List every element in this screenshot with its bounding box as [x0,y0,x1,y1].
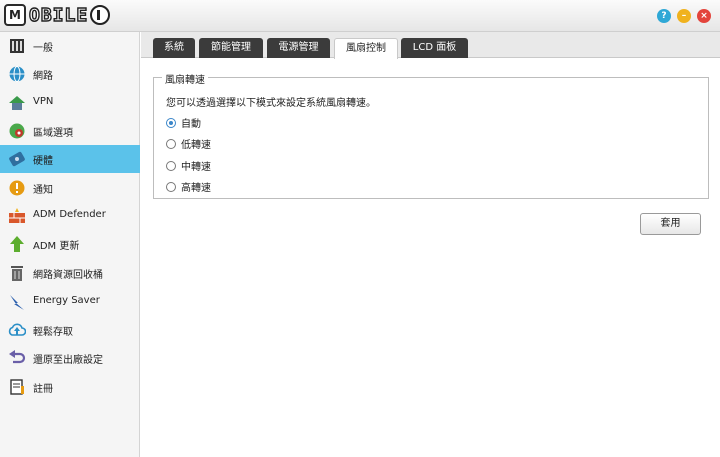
sidebar: 一般 網路 VPN 區域選項 硬體 通知 ADM Defender ADM 更新… [0,32,140,457]
title-bar: M OBILE ? – × [0,0,720,32]
tab-system[interactable]: 系統 [153,38,195,58]
radio-button[interactable] [166,160,176,171]
mobile01-logo: M OBILE [4,3,111,27]
network-globe-icon [9,66,25,82]
sidebar-item-vpn[interactable]: VPN [0,89,140,117]
sidebar-item-label: 一般 [33,43,53,54]
sidebar-item-register[interactable]: 註冊 [0,373,140,401]
sidebar-item-label: 硬體 [33,156,53,167]
logo-end-mark [90,5,111,25]
sidebar-item-label: ADM Defender [33,209,106,220]
logo-text: OBILE [28,4,89,26]
radio-label: 中轉速 [181,162,211,173]
fan-speed-description: 您可以透過選擇以下模式來設定系統風扇轉速。 [166,98,376,109]
firewall-icon [9,208,25,223]
tab-power-management[interactable]: 電源管理 [267,38,330,58]
tab-lcd-panel[interactable]: LCD 面板 [401,38,468,58]
radio-button[interactable] [166,117,176,128]
apply-button[interactable]: 套用 [640,213,701,235]
sidebar-item-region[interactable]: 區域選項 [0,117,140,145]
sidebar-item-recycle-bin[interactable]: 網路資源回收桶 [0,259,140,287]
sidebar-item-label: 網路資源回收桶 [33,270,103,281]
fan-speed-legend: 風扇轉速 [162,71,208,86]
sidebar-item-notification[interactable]: 通知 [0,174,140,202]
sidebar-item-label: 註冊 [33,384,53,395]
sidebar-item-label: ADM 更新 [33,241,80,252]
radio-button[interactable] [166,138,176,149]
radio-label: 低轉速 [181,140,211,151]
sidebar-item-label: 通知 [33,185,53,196]
main-panel: 系統 節能管理 電源管理 風扇控制 LCD 面板 風扇轉速 您可以透過選擇以下模… [141,32,720,457]
sidebar-item-adm-defender[interactable]: ADM Defender [0,202,140,230]
recycle-bin-icon [11,266,23,281]
minimize-button[interactable]: – [677,9,691,23]
hardware-icon [9,151,25,167]
fan-speed-group: 風扇轉速 您可以透過選擇以下模式來設定系統風扇轉速。 自動 低轉速 中轉速 高轉… [153,71,709,199]
sidebar-item-adm-update[interactable]: ADM 更新 [0,230,140,258]
radio-auto[interactable]: 自動 [166,115,201,130]
sidebar-item-energy-saver[interactable]: Energy Saver [0,288,140,316]
sidebar-item-label: 區域選項 [33,128,73,139]
radio-label: 自動 [181,119,201,130]
sidebar-item-network[interactable]: 網路 [0,60,140,88]
notification-icon [9,180,25,196]
close-button[interactable]: × [697,9,711,23]
sidebar-item-label: VPN [33,96,54,107]
tab-power-saving[interactable]: 節能管理 [199,38,263,58]
sidebar-item-label: Energy Saver [33,295,100,306]
update-arrow-icon [10,236,24,252]
cloud-access-icon [8,323,26,336]
sidebar-item-label: 網路 [33,71,53,82]
logo-badge: M [4,4,26,26]
tab-bar: 系統 節能管理 電源管理 風扇控制 LCD 面板 [141,32,720,59]
radio-label: 高轉速 [181,183,211,194]
sidebar-item-cloud-access[interactable]: 輕鬆存取 [0,316,140,344]
help-button[interactable]: ? [657,9,671,23]
region-globe-icon [9,123,25,139]
general-icon [10,39,24,53]
sidebar-item-restore[interactable]: 還原至出廠設定 [0,344,140,372]
radio-medium-speed[interactable]: 中轉速 [166,158,211,173]
vpn-house-icon [9,96,25,110]
sidebar-item-label: 還原至出廠設定 [33,355,103,366]
sidebar-item-label: 輕鬆存取 [33,327,73,338]
sidebar-item-hardware[interactable]: 硬體 [0,145,140,173]
restore-arrow-icon [9,350,26,364]
radio-high-speed[interactable]: 高轉速 [166,179,211,194]
register-icon [10,379,24,395]
radio-button[interactable] [166,181,176,192]
sidebar-item-general[interactable]: 一般 [0,32,140,60]
radio-low-speed[interactable]: 低轉速 [166,136,211,151]
tab-fan-control[interactable]: 風扇控制 [334,38,398,59]
window-controls: ? – × [657,9,711,23]
energy-saver-icon [10,295,24,310]
